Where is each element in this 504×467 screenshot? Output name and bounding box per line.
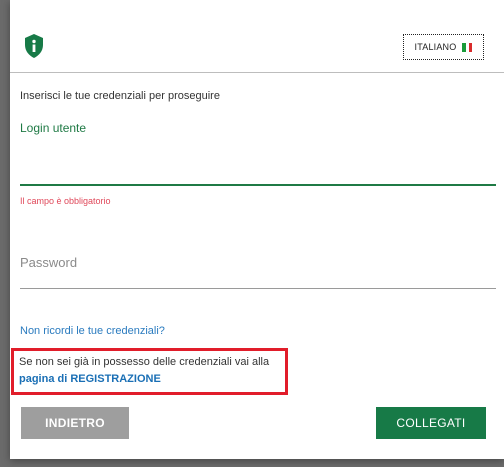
user-login-label: Login utente: [20, 121, 87, 135]
italian-flag-icon: [462, 42, 473, 52]
language-label: ITALIANO: [414, 42, 457, 52]
language-selector[interactable]: ITALIANO: [403, 34, 484, 60]
back-button[interactable]: INDIETRO: [21, 407, 129, 439]
forgot-credentials-link[interactable]: Non ricordi le tue credenziali?: [20, 325, 165, 337]
registration-link[interactable]: pagina di REGISTRAZIONE: [19, 373, 161, 385]
user-login-error: Il campo è obbligatorio: [20, 196, 111, 206]
intro-text: Inserisci le tue credenziali per prosegu…: [20, 90, 220, 102]
password-input[interactable]: [20, 236, 496, 289]
registration-text: Se non sei già in possesso delle credenz…: [19, 356, 270, 368]
connect-button[interactable]: COLLEGATI: [376, 407, 486, 439]
header-divider: [10, 72, 504, 73]
shield-info-icon: [25, 34, 43, 58]
login-dialog: ITALIANO Inserisci le tue credenziali pe…: [10, 0, 504, 459]
user-login-input[interactable]: [20, 140, 496, 186]
